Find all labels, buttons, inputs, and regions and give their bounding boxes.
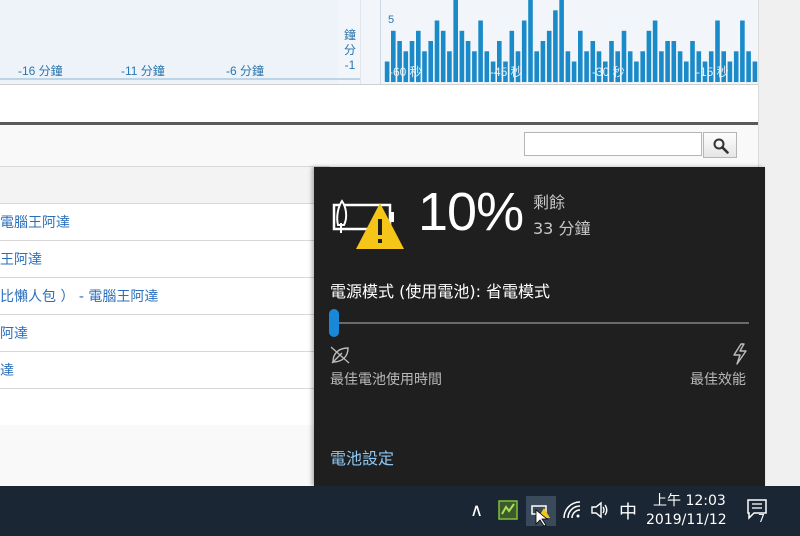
chart-bar (752, 61, 758, 82)
notification-count-badge: 7 (758, 512, 765, 525)
chart-bar (534, 51, 539, 83)
chart-bar (440, 30, 446, 83)
chart-bar (465, 41, 471, 82)
chart-bar (665, 41, 670, 82)
chart-bar (571, 61, 577, 82)
minutes-tick-last: -1 (344, 58, 356, 72)
divider (0, 84, 758, 85)
wifi-icon[interactable] (562, 500, 582, 520)
app-tray-icon[interactable] (498, 498, 518, 520)
chart-bar (578, 30, 583, 83)
chart-bar (546, 30, 552, 83)
chart-bar (559, 0, 564, 82)
chart-bar (690, 41, 695, 82)
y-tick-label: 5 (388, 14, 395, 26)
list-item (0, 388, 330, 425)
chart-bar (428, 41, 433, 82)
chart-bar (447, 51, 452, 83)
clock-date[interactable]: 2019/11/12 (646, 512, 727, 528)
list-item-link[interactable]: 王阿達 (0, 249, 42, 269)
list-header (0, 166, 330, 203)
list-item-link[interactable]: 阿達 (0, 323, 28, 343)
chart-bar (565, 51, 571, 83)
chart-axis (380, 0, 381, 84)
power-mode-label: 電源模式 (使用電池): 省電模式 (330, 282, 551, 301)
list-item[interactable]: 阿達 (0, 314, 330, 351)
remaining-time: 33 分鐘 (533, 219, 591, 238)
x-tick-label: -60 秒 (389, 65, 422, 79)
leaf-icon (330, 346, 350, 364)
chart-bar (453, 0, 458, 83)
chart-bar (422, 51, 427, 83)
remaining-label: 剩餘 (533, 193, 566, 212)
x-tick-label: -45 秒 (490, 65, 523, 79)
chart-bar (478, 20, 483, 82)
best-performance-caption: 最佳效能 (690, 372, 746, 388)
lightning-icon (733, 343, 747, 365)
chart-bar (540, 41, 546, 82)
battery-saver-warning-icon (332, 199, 404, 249)
show-hidden-icons-chevron-icon[interactable]: ∧ (470, 500, 483, 521)
chart-bar (484, 51, 490, 83)
volume-icon[interactable] (590, 500, 610, 520)
chart-bar (671, 41, 677, 82)
search-input[interactable] (524, 132, 702, 156)
battery-flyout: 10% 剩餘 33 分鐘 電源模式 (使用電池): 省電模式 最佳電池使用時間 … (314, 167, 765, 486)
chart-bar (584, 51, 589, 83)
taskbar: ∧ 中 上午 12:03 2019/11/12 7 (0, 486, 800, 536)
input-method-indicator[interactable]: 中 (619, 498, 637, 524)
search-button[interactable] (703, 132, 737, 158)
list-item[interactable]: 達 (0, 351, 330, 388)
minutes-unit-label: 鐘分 -1 (343, 28, 356, 72)
chart-bar (677, 51, 683, 83)
chart-bar (746, 51, 751, 83)
chart-bar (659, 51, 664, 83)
battery-percent: 10% (418, 182, 524, 242)
minutes-chart: -16 分鐘 -11 分鐘 -6 分鐘 (0, 0, 360, 84)
chart-divider (360, 0, 361, 84)
minutes-tick: -16 分鐘 (18, 64, 63, 78)
power-mode-slider-track[interactable] (330, 322, 749, 324)
result-list: 電腦王阿達 王阿達 比懶人包 ） - 電腦王阿達 阿達 達 (0, 166, 330, 425)
search-icon (713, 138, 729, 154)
seconds-chart: 5 -60 秒 -45 秒 -30 秒 -15 秒 (380, 0, 758, 84)
x-tick-label: -30 秒 (592, 65, 625, 79)
minutes-tick: -6 分鐘 (226, 64, 265, 78)
chart-bar (627, 51, 633, 83)
chart-bar (553, 10, 558, 83)
chart-bar (652, 20, 658, 82)
x-tick-label: -15 秒 (696, 65, 729, 79)
power-mode-slider-thumb[interactable] (329, 309, 339, 337)
list-item-link[interactable]: 電腦王阿達 (0, 212, 70, 232)
battery-settings-link[interactable]: 電池設定 (330, 445, 394, 469)
list-item-link[interactable]: 達 (0, 360, 14, 380)
chart-bar (684, 61, 689, 82)
battery-tray-icon[interactable] (526, 496, 556, 526)
minutes-tick: -11 分鐘 (121, 64, 165, 78)
chart-bar (634, 61, 639, 82)
chart-bar (528, 0, 533, 82)
best-battery-caption: 最佳電池使用時間 (330, 372, 442, 388)
chart-bar (459, 30, 465, 83)
list-item[interactable]: 電腦王阿達 (0, 203, 330, 240)
list-item[interactable]: 比懶人包 ） - 電腦王阿達 (0, 277, 330, 314)
list-item[interactable]: 王阿達 (0, 240, 330, 277)
chart-bar (733, 51, 739, 83)
chart-bar (740, 20, 745, 82)
chart-bar (640, 51, 645, 83)
chart-bar (472, 51, 477, 83)
chart-bar (434, 20, 440, 82)
list-item-link[interactable]: 比懶人包 ） - 電腦王阿達 (0, 286, 158, 306)
clock-time[interactable]: 上午 12:03 (653, 490, 726, 510)
chart-bar (646, 30, 652, 83)
